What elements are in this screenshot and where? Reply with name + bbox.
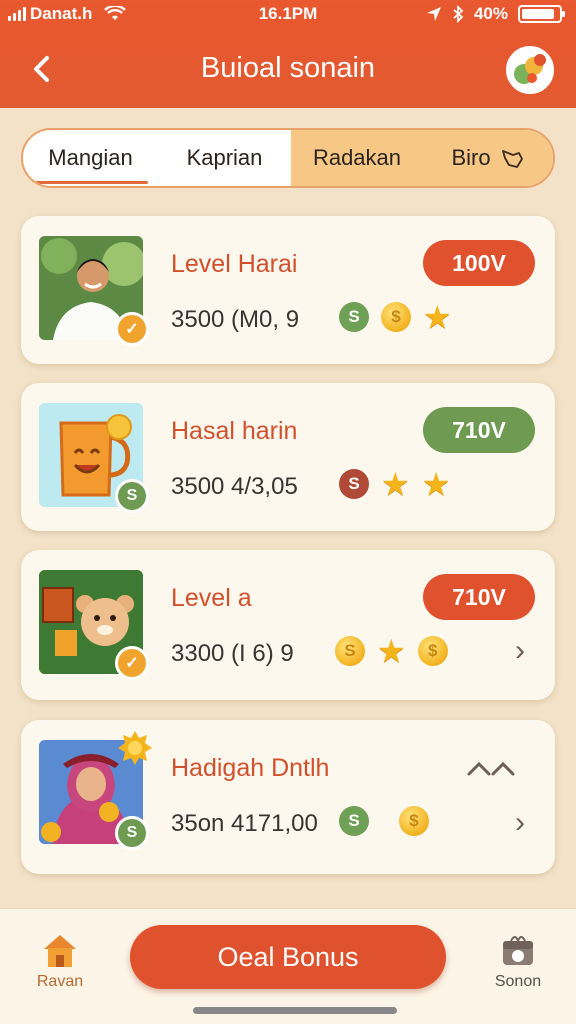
pointer-hand-icon [501,150,523,168]
check-badge-icon: ✓ [115,646,149,680]
app-header: Danat.h 16.1PM 40% Buioal sonain [0,0,576,108]
mascot-icon [508,48,552,92]
card-thumbnail: ✓ [39,236,149,346]
list-item[interactable]: ✓ Level a 3300 (I 6) 9 710V S ★ $ › [21,550,555,700]
tab-radakan[interactable]: Radakan [291,130,423,186]
tab-mangian[interactable]: Mangian [23,130,158,186]
green-coin-icon: S [339,806,369,836]
card-meta: 3500 4/3,05 [171,473,298,500]
collapse-chevrons-icon[interactable] [465,756,521,780]
card-thumbnail: ✓ [39,570,149,680]
claim-bonus-button[interactable]: Oeal Bonus [130,925,446,989]
home-icon [44,935,76,967]
reward-icons: S $ ★ [339,299,452,335]
card-meta: 3500 (M0, 9 [171,306,300,333]
list-item[interactable]: S Hasal harin 3500 4/3,05 710V S ★ ★ [21,383,555,531]
page-title: Buioal sonain [200,52,376,84]
tab-kaprian[interactable]: Kaprian [158,130,291,186]
avatar[interactable] [506,46,554,94]
gold-coin-icon: $ [381,302,411,332]
gold-coin-icon: $ [417,636,448,666]
location-icon [426,7,441,21]
card-meta: 35on 4171,00 [171,810,318,837]
status-right: 40% [426,4,565,24]
card-title: Level Harai [171,250,298,278]
bottom-navigation: Ravan Oeal Bonus Sonon [0,908,576,1024]
battery-percent: 40% [473,4,508,23]
gold-coin-icon: $ [399,806,429,836]
card-meta: 3300 (I 6) 9 [171,640,294,667]
battery-icon [518,5,565,23]
nav-gift[interactable]: Sonon [486,931,550,991]
card-title: Hadigah Dntlh [171,754,330,782]
star-icon: ★ [423,299,452,335]
status-bar: Danat.h 16.1PM 40% [0,0,576,28]
gold-coin-icon: S [335,636,365,666]
value-badge[interactable]: 710V [423,574,535,620]
star-icon: ★ [421,466,451,502]
list-item[interactable]: ✓ Level Harai 3500 (M0, 9 100V S $ ★ [21,216,555,364]
tab-bar: Mangian Kaprian Radakan Biro [21,128,555,188]
card-thumbnail: S [39,731,152,850]
chevron-right-icon[interactable]: › [515,634,525,668]
reward-icons: S $ [339,806,429,836]
reward-icons: S ★ ★ [339,466,451,502]
reward-icons: S ★ $ [335,633,448,669]
check-badge-icon: ✓ [115,312,149,346]
nav-gift-label: Sonon [494,973,542,990]
brown-coin-icon: S [339,469,369,499]
star-icon: ★ [381,466,410,502]
coin-badge-icon: S [115,816,149,850]
card-title: Hasal harin [171,417,298,445]
home-indicator [193,1007,397,1014]
coin-badge-icon: S [115,479,149,513]
list-item[interactable]: S Hadigah Dntlh 35on 4171,00 S $ › [21,720,555,874]
value-badge[interactable]: 710V [423,407,535,453]
chevron-right-icon[interactable]: › [515,806,525,840]
gift-box-icon [503,936,533,965]
star-icon: ★ [377,633,406,669]
sun-badge-icon [118,731,152,765]
card-thumbnail: S [39,403,149,513]
value-badge[interactable]: 100V [423,240,535,286]
bluetooth-icon [453,5,464,23]
tab-biro-label: Biro [451,145,491,170]
green-coin-icon: S [339,302,369,332]
nav-home[interactable]: Ravan [28,931,92,991]
tab-biro[interactable]: Biro [423,130,553,186]
card-title: Level a [171,584,252,612]
nav-home-label: Ravan [36,973,84,990]
